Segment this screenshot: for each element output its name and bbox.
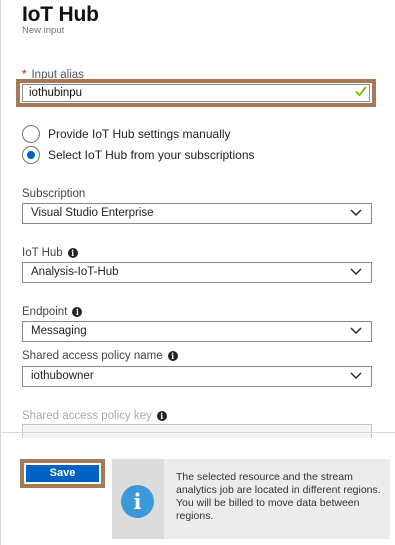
input-alias-field[interactable]	[22, 84, 370, 102]
region-info-panel: i The selected resource and the stream a…	[112, 459, 390, 539]
endpoint-value: Messaging	[31, 325, 87, 337]
info-panel-icon-area: i	[112, 459, 164, 539]
radio-label-manual: Provide IoT Hub settings manually	[48, 127, 231, 141]
info-icon[interactable]: i	[167, 351, 178, 361]
region-info-message: The selected resource and the stream ana…	[176, 471, 381, 522]
radio-provide-manually[interactable]: Provide IoT Hub settings manually	[22, 125, 231, 143]
policy-name-dropdown[interactable]: iothubowner	[22, 366, 372, 387]
iot-hub-label: IoT Hub i	[22, 247, 78, 259]
page-subtitle: New input	[22, 25, 65, 36]
policy-key-field	[22, 424, 372, 438]
info-circle-icon: i	[121, 485, 154, 518]
policy-name-label: Shared access policy name i	[22, 350, 178, 362]
policy-name-value: iothubowner	[31, 370, 94, 382]
info-icon[interactable]: i	[67, 248, 78, 258]
endpoint-dropdown[interactable]: Messaging	[22, 321, 372, 342]
footer-divider	[0, 432, 395, 433]
page-title: IoT Hub	[22, 3, 99, 26]
radio-button-subscription[interactable]	[22, 146, 40, 164]
iot-hub-label-text: IoT Hub	[22, 247, 63, 259]
endpoint-label-text: Endpoint	[22, 306, 68, 318]
subscription-value: Visual Studio Enterprise	[31, 207, 154, 219]
info-icon[interactable]: i	[156, 411, 167, 421]
policy-key-label: Shared access policy key i	[22, 410, 167, 422]
chevron-down-icon	[350, 372, 362, 379]
radio-label-subscription: Select IoT Hub from your subscriptions	[48, 148, 255, 162]
iot-hub-value: Analysis-IoT-Hub	[31, 266, 119, 278]
save-button-highlight: Save	[20, 459, 105, 488]
subscription-label: Subscription	[22, 188, 86, 200]
policy-name-label-text: Shared access policy name	[22, 350, 163, 362]
iot-hub-dropdown[interactable]: Analysis-IoT-Hub	[22, 262, 372, 283]
valid-check-icon	[355, 86, 367, 97]
input-alias-highlight	[16, 79, 376, 107]
endpoint-label: Endpoint i	[22, 306, 83, 318]
chevron-down-icon	[350, 209, 362, 216]
policy-key-label-text: Shared access policy key	[22, 410, 152, 422]
radio-select-subscription[interactable]: Select IoT Hub from your subscriptions	[22, 146, 255, 164]
panel-left-border	[0, 0, 1, 545]
subscription-dropdown[interactable]: Visual Studio Enterprise	[22, 203, 372, 224]
info-icon[interactable]: i	[72, 307, 83, 317]
radio-button-manual[interactable]	[22, 125, 40, 143]
chevron-down-icon	[350, 268, 362, 275]
chevron-down-icon	[350, 327, 362, 334]
save-button[interactable]: Save	[26, 465, 99, 482]
